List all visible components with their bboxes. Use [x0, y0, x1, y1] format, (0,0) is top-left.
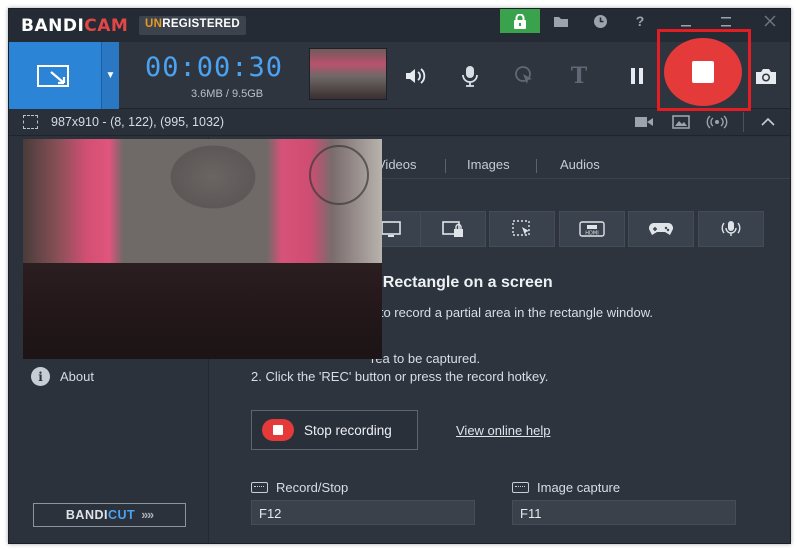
info-icon: i [31, 367, 50, 386]
tab-divider [536, 159, 537, 173]
sidebar-item-label: About [60, 369, 94, 384]
selection-rectangle-icon[interactable] [23, 115, 38, 129]
view-online-help-link[interactable]: View online help [456, 423, 550, 438]
audio-broadcast-icon[interactable] [706, 113, 728, 131]
cursor-highlight-icon[interactable] [511, 42, 539, 109]
record-stop-button[interactable] [664, 38, 742, 106]
infobar-divider [743, 112, 744, 132]
app-logo: BANDICAM [21, 16, 129, 36]
file-size-readout: 3.6MB / 9.5GB [191, 88, 264, 100]
video-icon[interactable] [633, 113, 655, 131]
stop-recording-label: Stop recording [304, 422, 392, 438]
bandicut-button[interactable]: BANDI CUT»» [33, 503, 186, 527]
selection-coordinates: 987x910 - (8, 122), (995, 1032) [51, 115, 225, 129]
record-stop-hotkey-label: Record/Stop [251, 480, 348, 495]
image-capture-hotkey-label: Image capture [512, 480, 620, 495]
stop-recording-button[interactable]: Stop recording [251, 410, 418, 450]
lock-icon[interactable] [500, 9, 540, 33]
bandicam-window: BANDICAM UNREGISTERED ? ▼ 00:00:30 3.6MB… [8, 8, 791, 544]
screen-select-icon [37, 64, 69, 87]
record-stop-hotkey-field[interactable]: F12 [251, 500, 475, 525]
stop-icon [262, 419, 294, 441]
collapse-chevron-up-icon[interactable] [757, 113, 779, 131]
tab-audios[interactable]: Audios [560, 157, 600, 172]
svg-text:HDMI: HDMI [585, 231, 598, 237]
webcam-background-fan [309, 145, 369, 205]
keyboard-icon [251, 482, 268, 493]
webcam-feed-lower [23, 263, 382, 359]
folder-icon[interactable] [550, 9, 572, 33]
webcam-overlay[interactable] [23, 139, 382, 359]
help-icon[interactable]: ? [629, 9, 651, 33]
mode-description: u to record a partial area in the rectan… [369, 305, 654, 320]
mode-dropdown-chevron-icon[interactable]: ▼ [101, 42, 119, 109]
selection-info-bar: 987x910 - (8, 122), (995, 1032) [9, 109, 790, 136]
around-mouse-mode-icon[interactable] [489, 211, 555, 247]
camera-icon[interactable] [751, 42, 781, 109]
microphone-icon[interactable] [456, 42, 484, 109]
tab-images[interactable]: Images [467, 157, 510, 172]
stop-square-icon [692, 61, 714, 83]
close-icon[interactable] [759, 9, 781, 33]
hdmi-device-mode-icon[interactable]: HDMI [559, 211, 625, 247]
gamepad-icon[interactable] [628, 211, 694, 247]
pause-icon[interactable] [623, 42, 651, 109]
keyboard-icon [512, 482, 529, 493]
instruction-step-1: rea to be captured. [371, 351, 481, 366]
image-capture-hotkey-field[interactable]: F11 [512, 500, 736, 525]
webcam-preview-thumbnail[interactable] [309, 48, 387, 100]
sidebar-item-about[interactable]: i About [31, 367, 94, 386]
rectangle-mode-button[interactable] [9, 42, 101, 109]
window-lock-mode-icon[interactable] [420, 211, 486, 247]
recording-timer: 00:00:30 [145, 52, 284, 83]
audio-only-mode-icon[interactable] [698, 211, 764, 247]
image-icon[interactable] [670, 113, 692, 131]
speaker-icon[interactable] [402, 42, 430, 109]
registration-badge[interactable]: UNREGISTERED [139, 16, 246, 35]
tab-divider [445, 159, 446, 173]
text-overlay-icon[interactable]: T [565, 42, 593, 109]
tab-videos[interactable]: Videos [377, 157, 417, 172]
instruction-step-2: 2. Click the 'REC' button or press the r… [251, 369, 549, 384]
clock-icon[interactable] [589, 9, 611, 33]
